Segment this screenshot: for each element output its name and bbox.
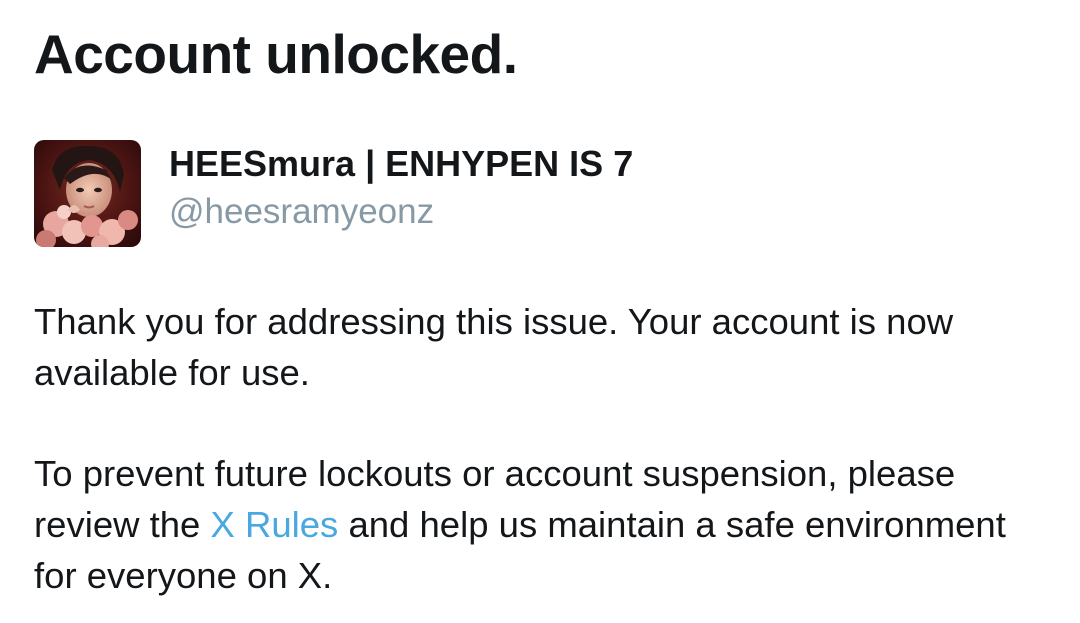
account-card: HEESmura | ENHYPEN IS 7 @heesramyeonz — [34, 140, 934, 248]
account-handle: @heesramyeonz — [169, 192, 435, 231]
avatar[interactable] — [34, 140, 141, 247]
message-paragraph-1: Thank you for addressing this issue. You… — [34, 301, 954, 393]
x-rules-link[interactable]: X Rules — [211, 504, 339, 545]
profile-photo-icon — [34, 140, 141, 247]
display-name: HEESmura | ENHYPEN IS 7 — [169, 143, 634, 184]
page-title: Account unlocked. — [34, 23, 518, 85]
message-paragraph-2: To prevent future lockouts or account su… — [34, 448, 1054, 601]
